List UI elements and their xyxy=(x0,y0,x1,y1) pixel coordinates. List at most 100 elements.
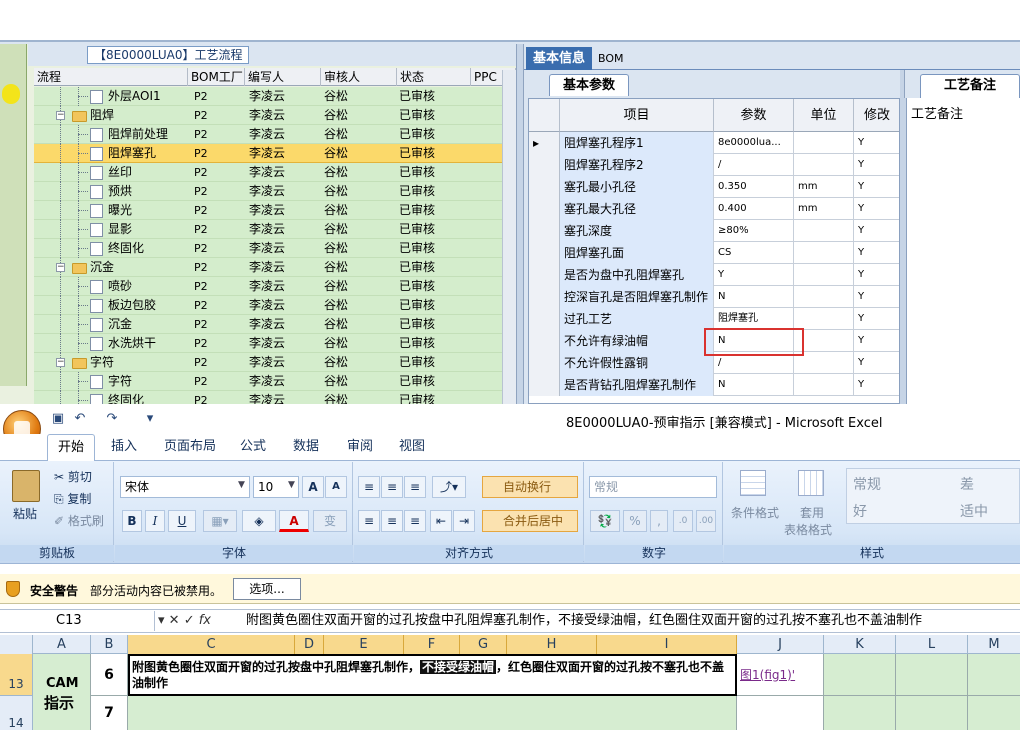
shrink-font-button[interactable]: A xyxy=(325,476,347,498)
tab-basic-params[interactable]: 基本参数 xyxy=(549,74,629,96)
tree-row[interactable]: 预烘 P2 李凌云 谷松 已审核 xyxy=(34,182,516,201)
cell-L13[interactable] xyxy=(896,654,968,696)
font-name-select[interactable]: 宋体 xyxy=(120,476,250,498)
currency-button[interactable]: 💱 xyxy=(590,510,620,532)
param-value[interactable]: 8e0000lua... xyxy=(714,132,794,154)
tree-row[interactable]: 终固化 P2 李凌云 谷松 已审核 xyxy=(34,239,516,258)
row-indicator[interactable] xyxy=(529,198,560,220)
cell-L14[interactable] xyxy=(896,696,968,730)
tab-review[interactable]: 审阅 xyxy=(347,434,373,460)
tab-basic-info[interactable]: 基本信息 xyxy=(526,47,592,70)
tree-row[interactable]: 水洗烘干 P2 李凌云 谷松 已审核 xyxy=(34,334,516,353)
tree-row[interactable]: 终固化 P2 李凌云 谷松 已审核 xyxy=(34,391,516,404)
font-color-button[interactable]: A xyxy=(279,510,309,532)
col-header-writer[interactable]: 编写人 xyxy=(245,68,321,86)
row-header-13[interactable]: 13 xyxy=(0,654,33,696)
cut-button[interactable]: ✂ 剪切 xyxy=(54,468,92,485)
tree-row[interactable]: 喷砂 P2 李凌云 谷松 已审核 xyxy=(34,277,516,296)
tree-row[interactable]: − 沉金 P2 李凌云 谷松 已审核 xyxy=(34,258,516,277)
cell-M13[interactable] xyxy=(968,654,1020,696)
row-indicator[interactable] xyxy=(529,308,560,330)
paste-icon[interactable] xyxy=(12,470,40,502)
align-middle-icon[interactable]: ≡ xyxy=(381,476,403,498)
format-painter-button[interactable]: ✐ 格式刷 xyxy=(54,512,104,529)
param-value[interactable]: N xyxy=(714,374,794,396)
param-row[interactable]: 塞孔最大孔径 0.400 mm Y xyxy=(529,198,899,220)
col-header-M[interactable]: M xyxy=(968,635,1020,654)
tab-process-notes[interactable]: 工艺备注 xyxy=(920,74,1020,98)
row-indicator[interactable] xyxy=(529,374,560,396)
tab-data[interactable]: 数据 xyxy=(293,434,319,460)
col-header-J[interactable]: J xyxy=(737,635,824,654)
tree-row[interactable]: 阻焊前处理 P2 李凌云 谷松 已审核 xyxy=(34,125,516,144)
increase-indent-icon[interactable]: ⇥ xyxy=(453,510,475,532)
tab-insert[interactable]: 插入 xyxy=(111,434,137,460)
tab-formulas[interactable]: 公式 xyxy=(240,434,266,460)
param-row[interactable]: 是否为盘中孔阻焊塞孔 Y Y xyxy=(529,264,899,286)
merge-center-button[interactable]: 合并后居中 xyxy=(482,510,578,532)
align-bottom-icon[interactable]: ≡ xyxy=(404,476,426,498)
phonetic-button[interactable]: 变 xyxy=(313,510,347,532)
param-row[interactable]: 塞孔深度 ≥80% Y xyxy=(529,220,899,242)
italic-button[interactable]: I xyxy=(145,510,165,532)
insert-function-icon[interactable]: fx xyxy=(199,613,211,628)
param-row[interactable]: 过孔工艺 阻焊塞孔 Y xyxy=(529,308,899,330)
cell-B14[interactable]: 7 xyxy=(91,696,128,730)
col-header-status[interactable]: 状态 xyxy=(397,68,471,86)
border-button[interactable]: ▦▾ xyxy=(203,510,237,532)
align-left-icon[interactable]: ≡ xyxy=(358,510,380,532)
param-value[interactable]: 0.400 xyxy=(714,198,794,220)
copy-button[interactable]: ⎘ 复制 xyxy=(54,490,91,507)
tab-bom[interactable]: BOM xyxy=(598,48,624,70)
row-indicator[interactable] xyxy=(529,264,560,286)
tree-row[interactable]: 外层AOI1 P2 李凌云 谷松 已审核 xyxy=(34,87,516,106)
param-value[interactable]: / xyxy=(714,154,794,176)
cell-M14[interactable] xyxy=(968,696,1020,730)
row-indicator[interactable] xyxy=(529,220,560,242)
select-all-corner[interactable] xyxy=(0,635,33,654)
col-header-H[interactable]: H xyxy=(507,635,597,654)
cell-K13[interactable] xyxy=(824,654,896,696)
row-indicator[interactable] xyxy=(529,176,560,198)
collapse-icon[interactable]: − xyxy=(56,111,65,120)
table-format-button[interactable]: 套用 xyxy=(800,504,824,521)
bold-button[interactable]: B xyxy=(122,510,142,532)
cell-C14[interactable] xyxy=(128,696,737,730)
cell-K14[interactable] xyxy=(824,696,896,730)
row-indicator[interactable] xyxy=(529,242,560,264)
conditional-format-button[interactable]: 条件格式 xyxy=(731,504,779,521)
customize-qat-icon[interactable]: ▾ xyxy=(142,411,158,427)
col-header-D[interactable]: D xyxy=(295,635,324,654)
collapse-icon[interactable]: − xyxy=(56,263,65,272)
param-value[interactable]: N xyxy=(714,286,794,308)
tree-row[interactable]: − 字符 P2 李凌云 谷松 已审核 xyxy=(34,353,516,372)
tree-row[interactable]: 曝光 P2 李凌云 谷松 已审核 xyxy=(34,201,516,220)
table-format-icon[interactable] xyxy=(798,470,824,496)
style-good[interactable]: 好 xyxy=(853,501,867,521)
increase-decimal-icon[interactable]: .0 xyxy=(673,510,693,532)
row-indicator[interactable] xyxy=(529,154,560,176)
tree-row[interactable]: 沉金 P2 李凌云 谷松 已审核 xyxy=(34,315,516,334)
align-center-icon[interactable]: ≡ xyxy=(381,510,403,532)
param-row[interactable]: 是否背钻孔阻焊塞孔制作 N Y xyxy=(529,374,899,396)
row-indicator[interactable] xyxy=(529,286,560,308)
fig1-link[interactable]: 图1(fig1)' xyxy=(740,666,795,683)
name-box[interactable]: C13 xyxy=(0,611,155,631)
name-box-dropdown-icon[interactable]: ▾ xyxy=(158,613,169,628)
param-row[interactable]: 控深盲孔是否阻焊塞孔制作 N Y xyxy=(529,286,899,308)
fill-color-button[interactable]: ◈ xyxy=(242,510,276,532)
wrap-text-button[interactable]: 自动换行 xyxy=(482,476,578,498)
save-icon[interactable]: ▣ xyxy=(50,411,66,427)
tree-row[interactable]: 显影 P2 李凌云 谷松 已审核 xyxy=(34,220,516,239)
col-header-G[interactable]: G xyxy=(460,635,507,654)
cell-B13[interactable]: 6 xyxy=(91,654,128,696)
param-row[interactable]: 阻焊塞孔程序2/ Y xyxy=(529,154,899,176)
style-normal[interactable]: 常规 xyxy=(853,474,881,494)
current-row-indicator-icon[interactable]: ▸ xyxy=(529,132,560,154)
tree-scrollbar[interactable] xyxy=(502,70,516,404)
col-header-I[interactable]: I xyxy=(597,635,737,654)
align-right-icon[interactable]: ≡ xyxy=(404,510,426,532)
enter-icon[interactable]: ✓ xyxy=(184,613,199,628)
param-row[interactable]: 阻焊塞孔面 CS Y xyxy=(529,242,899,264)
align-top-icon[interactable]: ≡ xyxy=(358,476,380,498)
